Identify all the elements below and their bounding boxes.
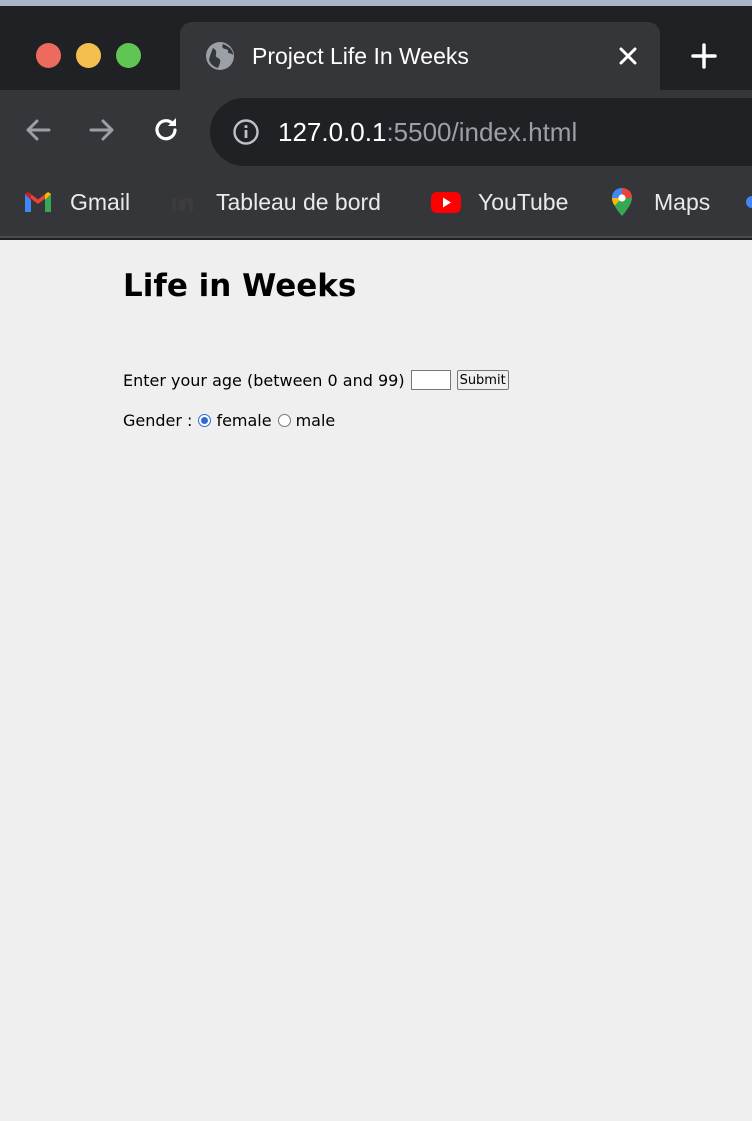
bookmark-gmail[interactable]: Gmail <box>22 186 130 218</box>
bookmark-label: Tableau de bord <box>216 188 381 215</box>
info-icon[interactable] <box>232 118 260 146</box>
url-host: 127.0.0.1 <box>278 117 387 147</box>
age-form-row: Enter your age (between 0 and 99) Submit <box>123 368 509 392</box>
bookmark-maps[interactable]: Maps <box>606 186 710 218</box>
age-label: Enter your age (between 0 and 99) <box>123 370 405 390</box>
tab-title: Project Life In Weeks <box>252 43 469 69</box>
maps-icon <box>612 188 632 216</box>
gmail-icon <box>25 192 51 212</box>
bookmark-youtube[interactable]: YouTube <box>430 186 568 218</box>
url-text: 127.0.0.1:5500/index.html <box>278 114 577 150</box>
age-input[interactable] <box>410 370 451 390</box>
female-radio[interactable] <box>198 413 212 427</box>
forward-arrow-icon[interactable] <box>86 114 118 146</box>
browser-toolbar: 127.0.0.1:5500/index.html <box>0 90 752 170</box>
close-tab-icon[interactable] <box>614 42 642 70</box>
more-bookmarks-icon[interactable] <box>744 186 752 218</box>
gender-label: Gender : <box>123 410 193 430</box>
female-option-label[interactable]: female <box>216 411 271 430</box>
address-bar[interactable]: 127.0.0.1:5500/index.html <box>210 98 752 166</box>
browser-tab[interactable]: Project Life In Weeks <box>180 22 660 90</box>
youtube-icon <box>431 192 461 213</box>
back-arrow-icon[interactable] <box>22 114 54 146</box>
page-title: Life in Weeks <box>123 268 357 304</box>
page-content: Life in Weeks Enter your age (between 0 … <box>0 240 752 1121</box>
url-path: :5500/index.html <box>386 117 578 147</box>
bookmarks-bar: Gmail Tableau de bord YouTube Maps <box>0 170 752 238</box>
close-window-button[interactable] <box>36 43 61 68</box>
bookmark-tableau-de-bord[interactable]: Tableau de bord <box>168 186 381 218</box>
submit-button[interactable]: Submit <box>456 370 509 390</box>
gender-form-row: Gender : female male <box>123 408 335 432</box>
reload-icon[interactable] <box>150 114 182 146</box>
globe-icon <box>206 42 234 70</box>
browser-chrome: Project Life In Weeks 127.0.0.1:5500/ind… <box>0 0 752 240</box>
male-option-label[interactable]: male <box>296 411 336 430</box>
male-radio[interactable] <box>277 413 291 427</box>
tableau-icon <box>171 197 193 211</box>
bookmark-label: YouTube <box>478 188 569 215</box>
zoom-window-button[interactable] <box>116 43 141 68</box>
bookmark-label: Maps <box>654 188 711 215</box>
new-tab-icon[interactable] <box>688 40 720 72</box>
minimize-window-button[interactable] <box>76 43 101 68</box>
bookmark-label: Gmail <box>70 188 131 215</box>
